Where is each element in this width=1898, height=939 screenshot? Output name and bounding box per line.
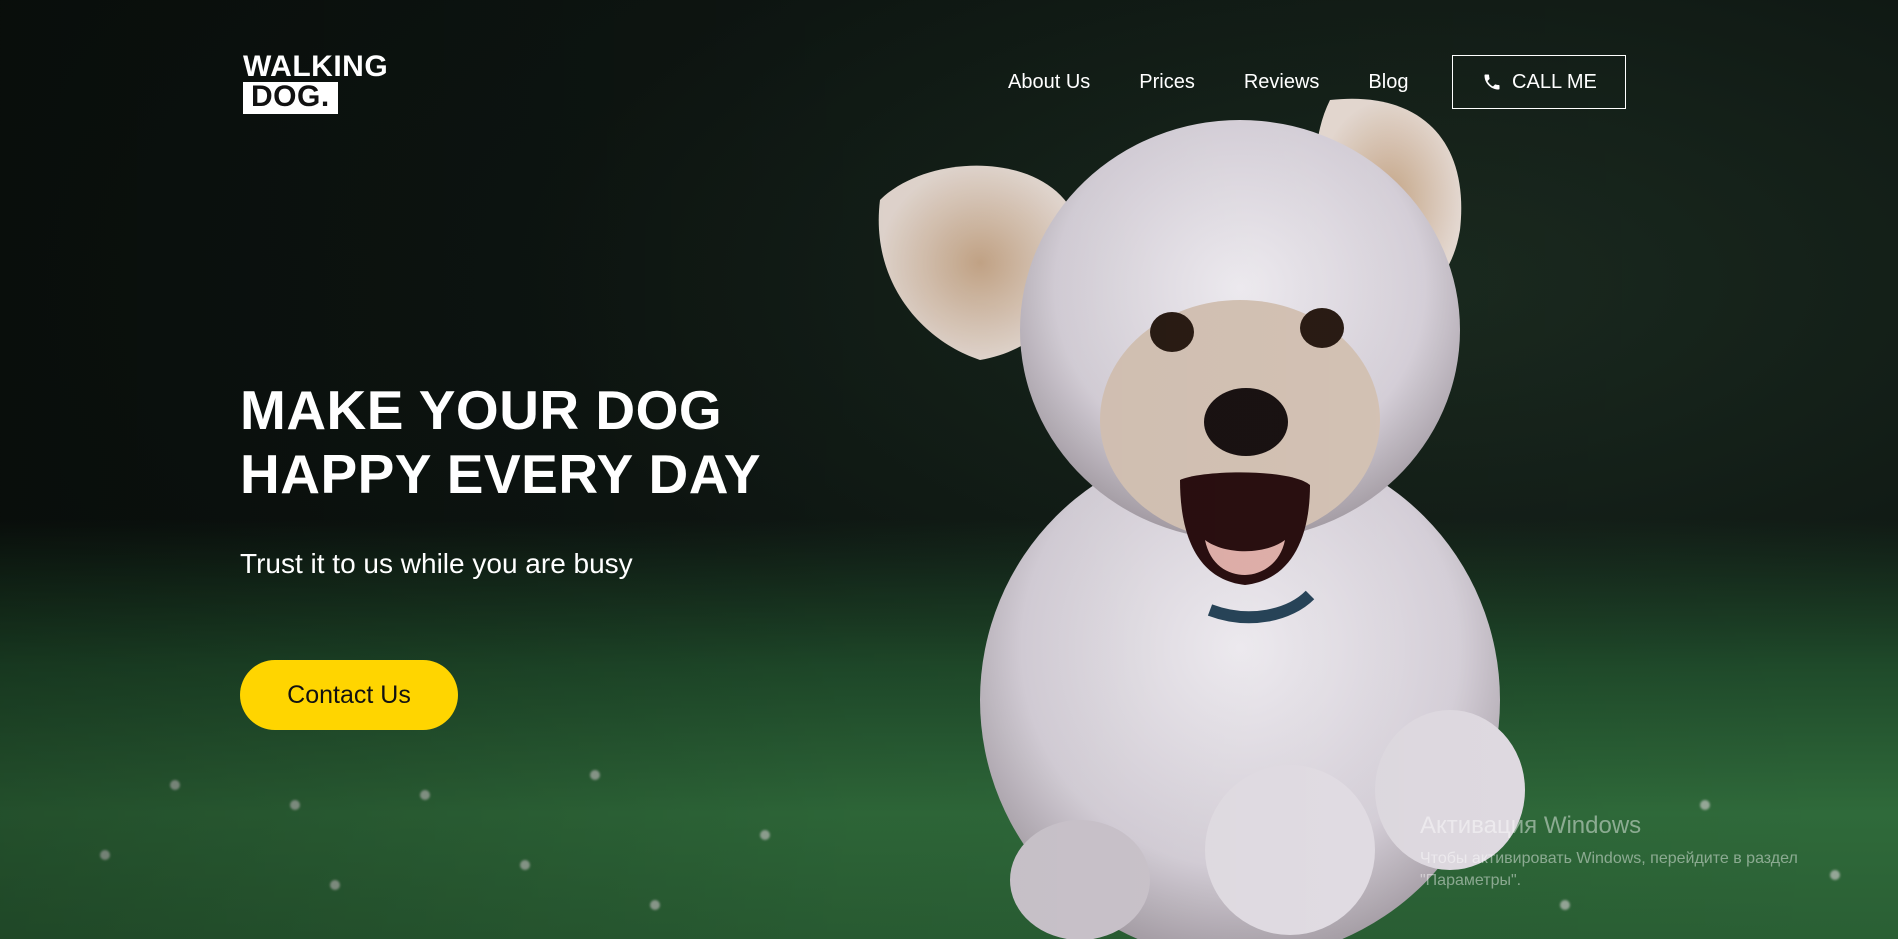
hero-section: WALKING DOG. About Us Prices Reviews Blo… <box>0 0 1898 939</box>
headline-line-2: HAPPY EVERY DAY <box>240 443 762 505</box>
logo-line-1: WALKING <box>243 50 389 83</box>
windows-activation-watermark: Активация Windows Чтобы активировать Win… <box>1420 812 1860 892</box>
nav-blog[interactable]: Blog <box>1368 56 1408 108</box>
nav-prices[interactable]: Prices <box>1139 56 1195 108</box>
headline-line-1: MAKE YOUR DOG <box>240 379 723 441</box>
contact-us-button[interactable]: Contact Us <box>240 660 458 730</box>
hero-subheadline: Trust it to us while you are busy <box>240 548 633 579</box>
main-nav: About Us Prices Reviews Blog CALL ME <box>1008 55 1627 109</box>
watermark-title: Активация Windows <box>1420 812 1642 839</box>
logo-line-2: DOG. <box>243 82 338 114</box>
nav-about-us[interactable]: About Us <box>1008 56 1090 108</box>
call-me-label: CALL ME <box>1512 70 1597 93</box>
watermark-body: Чтобы активировать Windows, перейдите в … <box>1420 850 1798 889</box>
call-me-button[interactable]: CALL ME <box>1452 55 1627 109</box>
logo[interactable]: WALKING DOG. <box>243 52 388 114</box>
hero-headline: MAKE YOUR DOG HAPPY EVERY DAY <box>240 378 761 506</box>
nav-reviews[interactable]: Reviews <box>1244 56 1320 108</box>
phone-icon <box>1484 74 1500 90</box>
